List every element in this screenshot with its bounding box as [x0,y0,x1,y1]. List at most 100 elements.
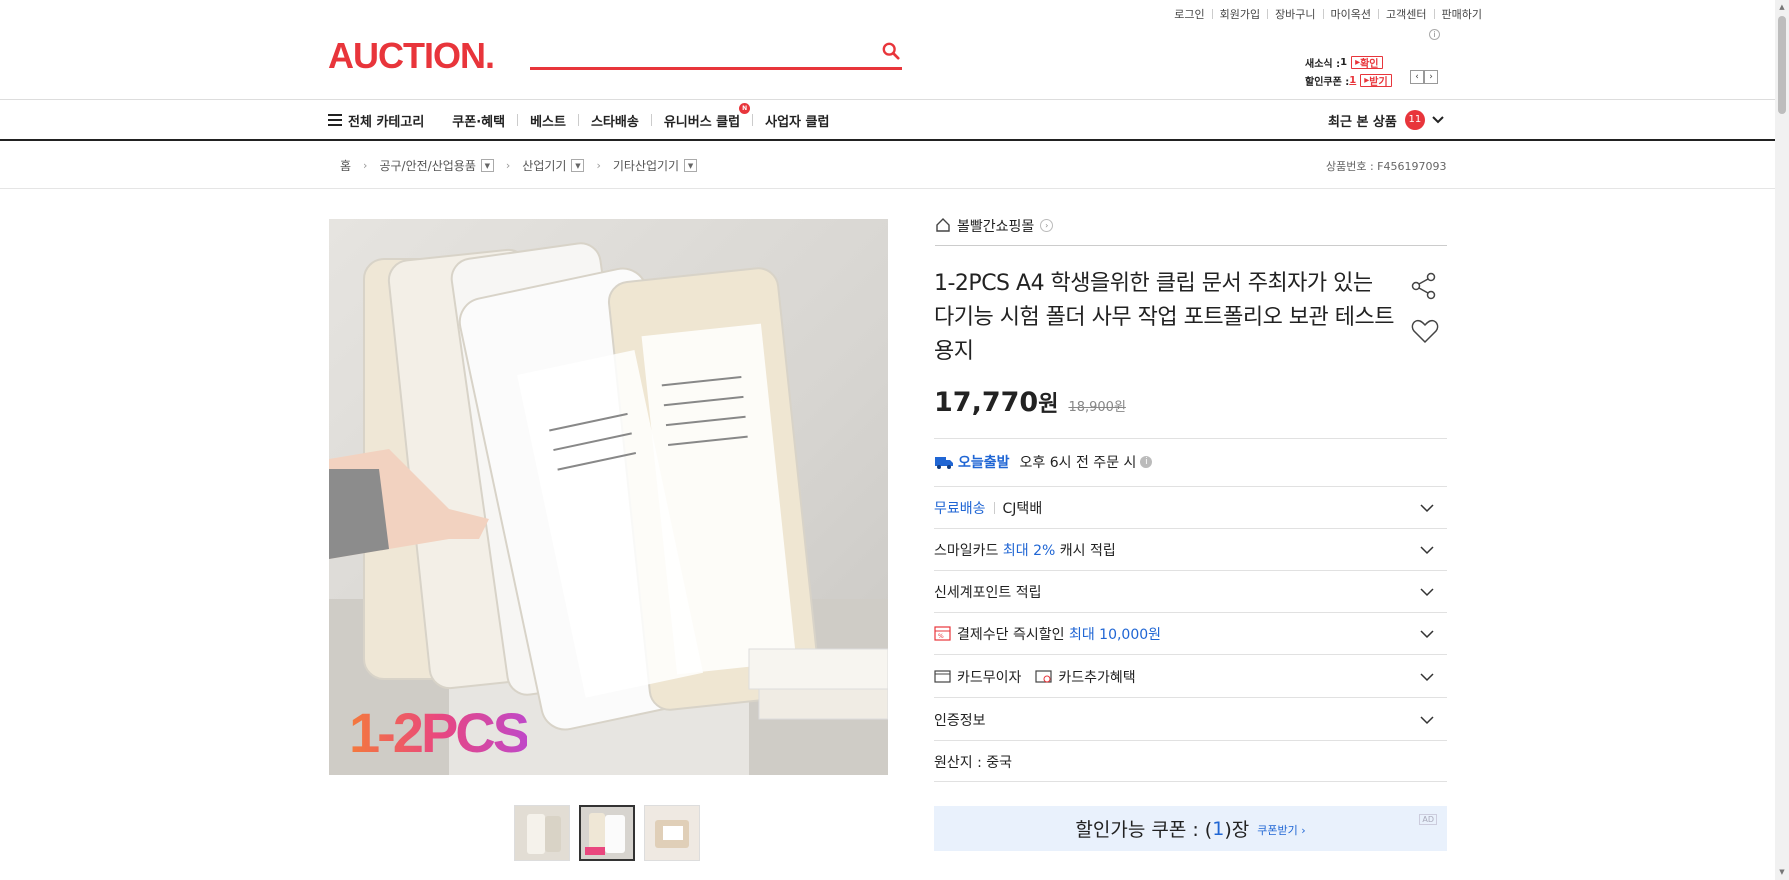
chevron-right-icon: › [596,159,601,172]
my-auction-link[interactable]: 마이옥션 [1324,6,1378,22]
nav-business-club[interactable]: 사업자 클럽 [753,111,841,130]
search-bar [530,36,902,70]
hamburger-icon[interactable] [328,114,342,126]
coupon-suffix: )장 [1224,819,1250,841]
mini-info: 새소식 :1 ▸ 확인 할인쿠폰 :1 ▸ 받기 [1305,54,1392,90]
store-link[interactable]: 볼빨간쇼핑몰 › [935,216,1447,246]
thumbnail-3[interactable] [644,805,700,861]
origin-row: 원산지 : 중국 [934,742,1447,782]
coupon-count: 1 [1212,817,1225,840]
coupon-banner[interactable]: 할인가능 쿠폰 : (1)장 쿠폰받기 › AD [934,806,1447,851]
customer-center-link[interactable]: 고객센터 [1379,6,1433,22]
recent-label: 최근 본 상품 [1328,114,1397,130]
breadcrumb-home[interactable]: 홈 [340,157,351,174]
shipping-row[interactable]: 무료배송 CJ택배 [934,487,1447,529]
nav-star-delivery[interactable]: 스타배송 [579,111,651,130]
signup-link[interactable]: 회원가입 [1213,6,1267,22]
today-ship-label: 오늘출발 [958,455,1010,471]
original-price: 18,900원 [1068,400,1126,415]
scroll-thumb[interactable] [1778,16,1786,114]
prev-arrow-icon[interactable]: ‹ [1410,70,1424,84]
home-icon [936,218,950,232]
product-photo [329,242,888,775]
store-name: 볼빨간쇼핑몰 [957,219,1035,235]
dropdown-icon[interactable]: ▼ [684,159,698,172]
divider [993,501,995,514]
nav-coupon[interactable]: 쿠폰·혜택 [440,111,517,130]
breadcrumb: 홈 › 공구/안전/산업용품 ▼ › 산업기기 ▼ › 기타산업기기 ▼ [340,157,698,174]
info-icon[interactable]: i [1429,29,1440,40]
cart-link[interactable]: 장바구니 [1268,6,1322,22]
chevron-down-icon [1420,546,1434,555]
card-icon [934,670,951,683]
truck-icon [935,457,953,469]
info-icon[interactable]: i [1140,456,1153,468]
thumbnail-list [514,805,700,861]
nav-universe-club[interactable]: 유니버스 클럽 N [652,102,752,130]
search-input[interactable] [530,36,860,66]
smilecard-rate: 최대 2% [1002,542,1056,559]
breadcrumb-level3[interactable]: 기타산업기기 [613,157,679,174]
next-arrow-icon[interactable]: › [1424,70,1438,84]
coupon-receive-button[interactable]: ▸ 받기 [1360,73,1392,88]
coupon-receive-link[interactable]: 쿠폰받기 › [1257,822,1305,838]
utility-links: 로그인 회원가입 장바구니 마이옥션 고객센터 판매하기 [1167,6,1489,22]
chevron-down-icon [1432,116,1444,124]
divider [934,438,1447,439]
chevron-down-icon [1420,673,1434,682]
payment-icon: % [934,626,951,641]
sell-link[interactable]: 판매하기 [1435,6,1489,22]
dropdown-icon[interactable]: ▼ [480,159,494,172]
auction-logo[interactable]: AUCTION. [328,36,495,76]
nav-best[interactable]: 베스트 [518,111,578,130]
payment-discount-label: 결제수단 즉시할인 [957,626,1065,643]
thumbnail-2[interactable] [579,805,635,861]
card-benefit-row[interactable]: 카드무이자 카드추가혜택 [934,656,1447,698]
smilecard-label: 스마일카드 [934,542,999,559]
scroll-up-icon[interactable]: ▲ [1778,3,1786,11]
chevron-down-icon [1420,504,1434,513]
chevron-down-icon [1420,588,1434,597]
card-extra-label[interactable]: 카드추가혜택 [1058,667,1135,687]
today-shipping: 오늘출발 오후 6시 전 주문 시 i [934,452,1153,472]
chevron-down-icon [1420,716,1434,725]
card-installment-label[interactable]: 카드무이자 [957,667,1021,687]
recent-count-badge: 11 [1404,110,1425,130]
product-main-image[interactable]: 1-2PCS [329,219,888,775]
chevron-right-icon: › [363,159,368,172]
heart-icon[interactable] [1411,318,1439,344]
news-label: 새소식 : [1305,58,1341,70]
breadcrumb-bar: 홈 › 공구/안전/산업용품 ▼ › 산업기기 ▼ › 기타산업기기 ▼ 상품번호 :… [0,141,1775,189]
price-unit: 원 [1038,392,1059,417]
share-icon[interactable] [1411,272,1437,300]
coupon-count[interactable]: 1 [1349,75,1356,86]
payment-discount-row[interactable]: % 결제수단 즉시할인 최대 10,000원 [934,613,1447,655]
coupon-label: 할인쿠폰 : [1305,76,1350,88]
certification-label: 인증정보 [934,712,986,729]
certification-row[interactable]: 인증정보 [934,699,1447,741]
product-number: 상품번호 : F456197093 [1326,160,1447,173]
mini-pager: ‹ › [1410,70,1438,84]
ssg-point-row[interactable]: 신세계포인트 적립 [934,571,1447,613]
image-overlay-text: 1-2PCS [349,701,530,764]
recent-viewed-button[interactable]: 최근 본 상품 11 [1328,110,1445,130]
today-ship-desc: 오후 6시 전 주문 시 [1019,455,1137,471]
smilecard-row[interactable]: 스마일카드 최대 2% 캐시 적립 [934,529,1447,571]
scrollbar[interactable]: ▲ ▼ [1775,0,1789,880]
news-confirm-button[interactable]: ▸ 확인 [1351,55,1383,70]
breadcrumb-level2[interactable]: 산업기기 [522,157,566,174]
coupon-prefix: 할인가능 쿠폰 : ( [1075,819,1213,841]
chevron-right-icon: › [505,159,511,172]
all-category-button[interactable]: 전체 카테고리 [348,111,424,130]
price-block: 17,770 원 18,900원 [934,386,1126,418]
thumbnail-1[interactable] [514,805,570,861]
new-badge: N [739,102,751,114]
search-icon[interactable] [882,42,900,60]
breadcrumb-level1[interactable]: 공구/안전/산업용품 [379,157,475,174]
ssg-point-label: 신세계포인트 적립 [934,584,1042,601]
dropdown-icon[interactable]: ▼ [571,159,585,172]
chevron-right-icon: › [1040,219,1054,232]
news-count: 1 [1340,56,1348,68]
login-link[interactable]: 로그인 [1167,6,1211,22]
scroll-down-icon[interactable]: ▼ [1778,868,1786,876]
